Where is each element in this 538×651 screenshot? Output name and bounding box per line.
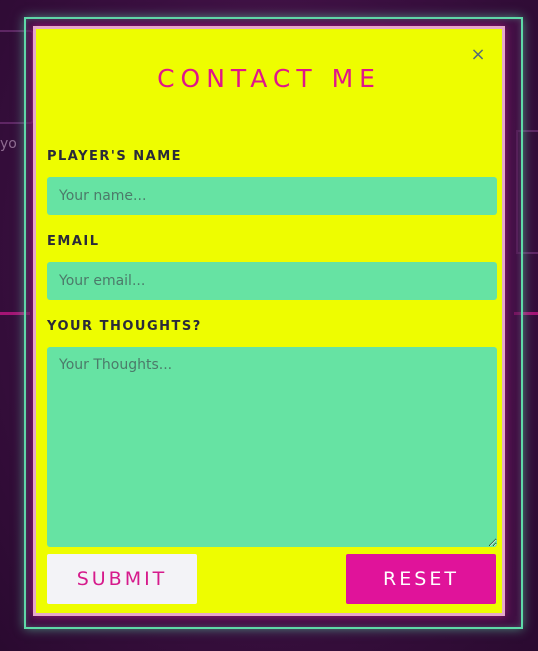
thoughts-textarea[interactable] [47, 347, 497, 547]
thoughts-label: YOUR THOUGHTS? [47, 319, 202, 334]
submit-button[interactable]: SUBMIT [47, 554, 197, 604]
reset-button[interactable]: RESET [346, 554, 496, 604]
contact-modal: × CONTACT ME PLAYER'S NAME EMAIL YOUR TH… [33, 26, 505, 616]
email-input[interactable] [47, 262, 497, 300]
email-label: EMAIL [47, 234, 100, 249]
modal-title: CONTACT ME [157, 64, 381, 93]
close-icon[interactable]: × [468, 45, 488, 65]
background-text: yo [0, 136, 17, 152]
name-input[interactable] [47, 177, 497, 215]
name-label: PLAYER'S NAME [47, 149, 183, 164]
